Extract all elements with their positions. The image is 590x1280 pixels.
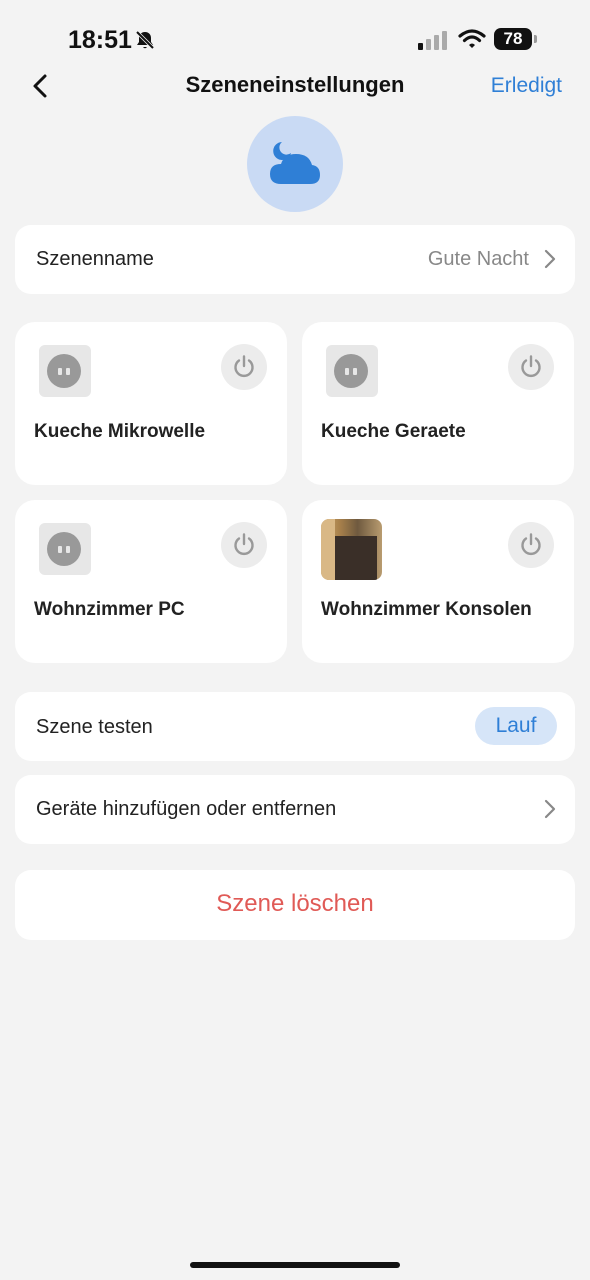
device-card[interactable]: Wohnzimmer Konsolen [302, 500, 574, 663]
power-icon [521, 533, 541, 556]
power-button[interactable] [508, 522, 554, 568]
delete-scene-button[interactable]: Szene löschen [15, 870, 575, 940]
delete-scene-label: Szene löschen [216, 890, 374, 917]
power-button[interactable] [508, 344, 554, 390]
device-card[interactable]: Kueche Mikrowelle [15, 322, 287, 485]
status-bar: 18:51 78 [0, 0, 590, 80]
manage-devices-label: Geräte hinzufügen oder entfernen [36, 798, 337, 820]
wifi-icon [458, 28, 486, 50]
chevron-right-icon [544, 799, 556, 819]
plug-icon [39, 523, 91, 575]
moon-cloud-icon [270, 142, 320, 184]
bell-muted-icon [134, 29, 156, 51]
chevron-right-icon [544, 249, 556, 269]
scene-name-label: Szenenname [36, 248, 154, 270]
battery-icon: 78 [494, 28, 538, 52]
home-indicator[interactable] [190, 1262, 400, 1268]
manage-devices-row[interactable]: Geräte hinzufügen oder entfernen [15, 775, 575, 844]
battery-cap [534, 35, 537, 43]
test-scene-row: Szene testen Lauf [15, 692, 575, 761]
power-button[interactable] [221, 344, 267, 390]
device-photo [321, 519, 382, 580]
device-name: Wohnzimmer PC [34, 599, 185, 620]
done-button[interactable]: Erledigt [491, 74, 562, 98]
device-name: Kueche Mikrowelle [34, 421, 206, 442]
scene-name-row[interactable]: Szenenname Gute Nacht [15, 225, 575, 294]
power-button[interactable] [221, 522, 267, 568]
run-button[interactable]: Lauf [475, 707, 557, 745]
device-card[interactable]: Wohnzimmer PC [15, 500, 287, 663]
power-icon [234, 533, 254, 556]
test-scene-label: Szene testen [36, 716, 153, 738]
scene-icon-button[interactable] [247, 116, 343, 212]
status-time: 18:51 [68, 26, 132, 54]
cellular-signal-icon [418, 30, 450, 50]
device-name: Wohnzimmer Konsolen [321, 599, 532, 620]
device-card[interactable]: Kueche Geraete [302, 322, 574, 485]
plug-icon [326, 345, 378, 397]
device-name: Kueche Geraete [321, 421, 466, 442]
power-icon [521, 355, 541, 378]
power-icon [234, 355, 254, 378]
scene-name-value: Gute Nacht [427, 248, 529, 270]
battery-level: 78 [494, 28, 532, 50]
plug-icon [39, 345, 91, 397]
